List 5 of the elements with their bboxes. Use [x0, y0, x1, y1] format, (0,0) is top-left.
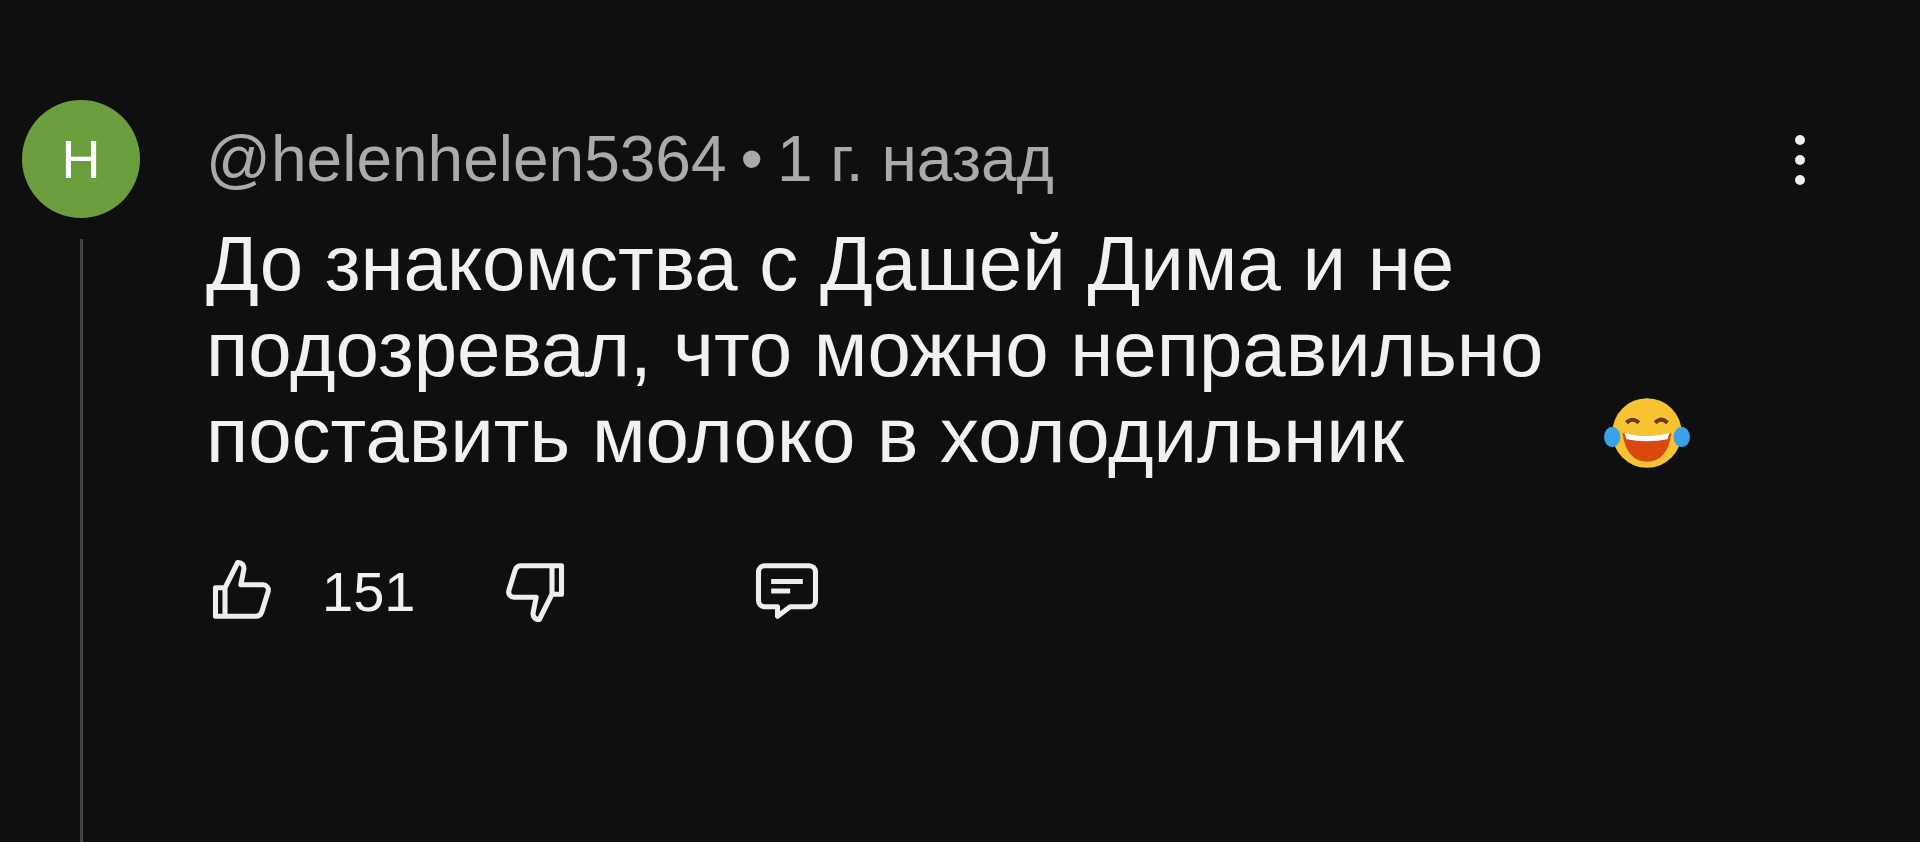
separator-dot: •	[740, 122, 763, 196]
author-name[interactable]: @helenhelen5364	[206, 122, 727, 196]
like-count: 151	[322, 558, 416, 624]
comment-text: До знакомства с Дашей Дима и не подозревал, что можно неправильно поставить молоко в холодильник	[206, 220, 1545, 478]
comment-time: 1 г. назад	[776, 122, 1054, 196]
